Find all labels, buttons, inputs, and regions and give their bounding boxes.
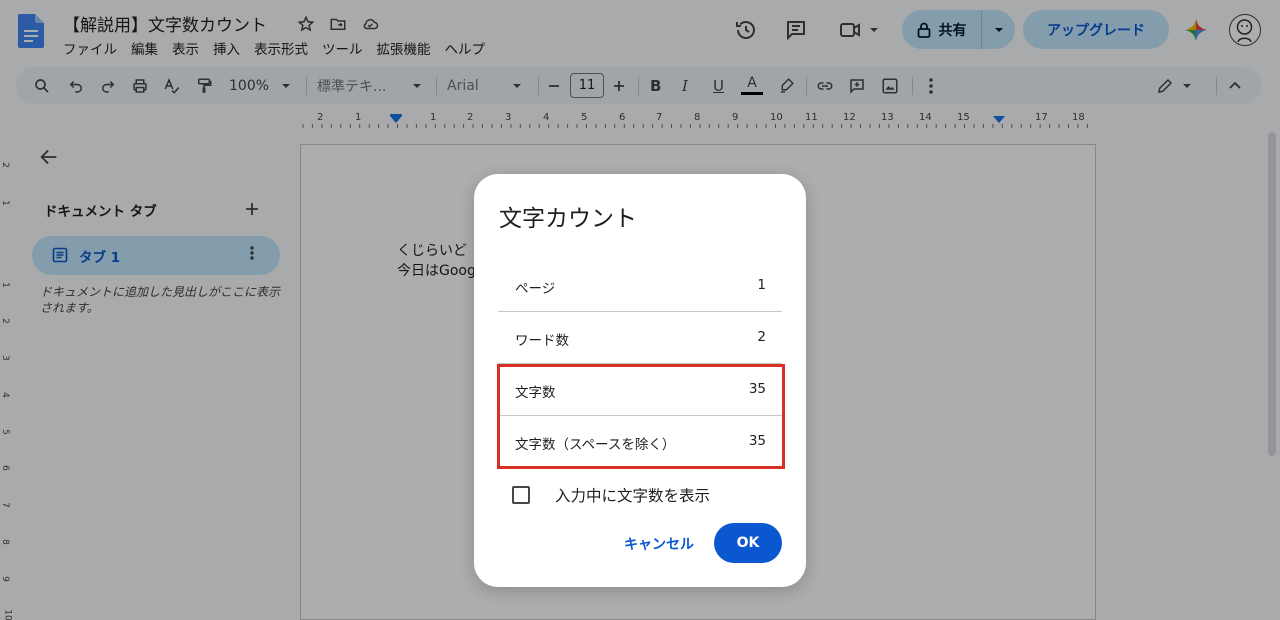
stat-row-words: ワード数 2 [498, 312, 782, 364]
dialog-title: 文字カウント [499, 206, 637, 232]
stat-label: ページ [515, 281, 556, 297]
cancel-button[interactable]: キャンセル [614, 532, 704, 556]
stat-row-pages: ページ 1 [498, 260, 782, 312]
ok-button[interactable]: OK [714, 523, 782, 563]
stat-label: ワード数 [515, 333, 569, 349]
highlight-annotation-box [497, 364, 785, 469]
stat-value: 2 [757, 329, 766, 345]
checkbox-label[interactable]: 入力中に文字数を表示 [555, 484, 710, 506]
show-word-count-checkbox[interactable] [512, 486, 530, 504]
stat-value: 1 [757, 277, 766, 293]
